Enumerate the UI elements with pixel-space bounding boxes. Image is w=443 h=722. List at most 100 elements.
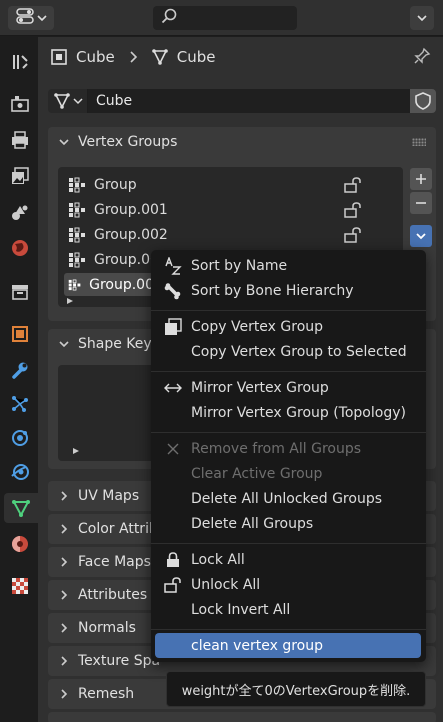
color-attributes-header: Color Attribu <box>48 514 167 544</box>
menu-item-unlock-all[interactable]: Unlock All <box>151 572 426 597</box>
tab-tool[interactable] <box>5 47 35 77</box>
list-item-active[interactable]: Group.00 <box>64 273 154 296</box>
expand-triangle-icon[interactable] <box>72 447 80 455</box>
plus-icon <box>416 174 426 184</box>
remove-vertex-group-button[interactable] <box>410 192 432 214</box>
list-item[interactable]: Group <box>64 173 382 196</box>
mesh-data-icon <box>53 93 70 109</box>
mesh-browse-button[interactable] <box>48 89 88 113</box>
menu-item-clear-active-group: Clear Active Group <box>191 465 323 482</box>
unlock-icon[interactable] <box>344 226 362 243</box>
menu-item-lock-invert-all[interactable]: Lock Invert All <box>151 597 426 622</box>
printer-icon <box>12 131 28 149</box>
shield-icon <box>415 92 431 110</box>
collection-box-icon <box>12 285 28 300</box>
shape-keys-title: Shape Keys <box>78 336 159 352</box>
menu-item-lock-all[interactable]: Lock All <box>151 547 426 572</box>
tab-material[interactable] <box>5 529 35 559</box>
fake-user-button[interactable] <box>410 89 436 113</box>
drag-grip-icon[interactable] <box>412 138 426 146</box>
vertex-group-icon <box>69 227 85 242</box>
section-title: Remesh <box>78 686 135 702</box>
vertex-group-icon <box>69 202 85 217</box>
face-maps-header: Face Maps <box>48 547 151 577</box>
list-item[interactable]: Group.001 <box>64 198 382 221</box>
chevron-right-icon <box>61 656 68 666</box>
chevron-right-icon <box>61 491 68 501</box>
chevron-right-icon <box>61 623 68 633</box>
tab-world[interactable] <box>5 233 35 263</box>
attributes-header: Attributes <box>48 580 147 610</box>
vertex-group-icon <box>69 252 85 267</box>
menu-item-mirror-vertex-group[interactable]: Mirror Vertex Group <box>151 375 426 400</box>
options-dropdown[interactable] <box>410 6 434 30</box>
search-input[interactable] <box>153 6 297 30</box>
remesh-header: Remesh <box>48 679 134 709</box>
datablock-name-field[interactable]: Cube <box>88 89 410 113</box>
menu-item-clean-vertex-group[interactable]: clean vertex group <box>155 633 421 658</box>
menu-item-copy-vertex-group[interactable]: Copy Vertex Group <box>151 314 426 339</box>
expand-triangle-icon[interactable] <box>66 297 74 305</box>
x-icon <box>163 439 183 459</box>
menu-item-copy-to-selected[interactable]: Copy Vertex Group to Selected <box>151 339 426 364</box>
vertex-group-specials-button[interactable] <box>410 225 432 247</box>
unlock-icon <box>163 575 183 595</box>
next-panel[interactable] <box>48 712 436 722</box>
tab-constraints[interactable] <box>5 457 35 487</box>
tab-output[interactable] <box>5 125 35 155</box>
vertex-group-icon <box>69 177 85 192</box>
chevron-down-icon <box>417 10 427 26</box>
editor-type-button[interactable] <box>8 6 54 30</box>
tab-scene[interactable] <box>5 197 35 227</box>
chevron-down-icon <box>59 139 69 146</box>
mesh-data-icon <box>151 49 168 65</box>
breadcrumb-mesh[interactable]: Cube <box>177 48 216 66</box>
mesh-data-icon <box>12 500 30 518</box>
chevron-right-icon <box>61 689 68 699</box>
chevron-down-icon <box>72 98 83 105</box>
tab-texture[interactable] <box>5 571 35 601</box>
material-icon <box>12 536 28 552</box>
vertex-group-icon <box>68 279 81 290</box>
menu-item-sort-by-bone[interactable]: Sort by Bone Hierarchy <box>151 278 426 303</box>
vertex-groups-header[interactable]: Vertex Groups <box>48 127 177 157</box>
tab-collection[interactable] <box>5 277 35 307</box>
unlock-icon[interactable] <box>344 201 362 218</box>
shape-keys-header[interactable]: Shape Keys <box>48 329 159 359</box>
menu-item-delete-unlocked[interactable]: Delete All Unlocked Groups <box>151 486 426 511</box>
tab-object-data[interactable] <box>4 493 38 523</box>
section-title: UV Maps <box>78 488 140 504</box>
bone-icon <box>163 281 183 301</box>
checker-texture-icon <box>12 578 28 594</box>
mesh-datablock-selector: Cube <box>48 89 436 113</box>
tab-view-layer[interactable] <box>5 161 35 191</box>
physics-icon <box>12 430 28 446</box>
pin-button[interactable] <box>413 47 431 69</box>
object-icon <box>12 326 28 342</box>
tab-particles[interactable] <box>5 389 35 419</box>
menu-item-mirror-topology[interactable]: Mirror Vertex Group (Topology) <box>151 400 426 425</box>
tab-object[interactable] <box>5 319 35 349</box>
menu-item-sort-by-name[interactable]: Sort by Name <box>151 253 426 278</box>
tab-modifiers[interactable] <box>5 355 35 385</box>
chevron-right-icon <box>61 590 68 600</box>
list-item[interactable]: Group.002 <box>64 223 382 246</box>
vertex-group-name: Group.00 <box>94 251 159 268</box>
breadcrumb-object[interactable]: Cube <box>76 48 115 66</box>
unlock-icon[interactable] <box>344 176 362 193</box>
section-title: Normals <box>78 620 136 636</box>
menu-separator <box>151 543 426 544</box>
tab-render[interactable] <box>5 89 35 119</box>
tab-physics[interactable] <box>5 423 35 453</box>
menu-item-remove-from-all: Remove from All Groups <box>151 436 426 461</box>
header-bar <box>0 0 443 36</box>
vertex-group-name: Group.00 <box>89 276 154 293</box>
tooltip: weightが全て0のVertexGroupを削除. <box>166 671 426 707</box>
menu-item-delete-all[interactable]: Delete All Groups <box>151 511 426 536</box>
mirror-icon <box>163 378 183 398</box>
particles-icon <box>12 396 28 412</box>
add-vertex-group-button[interactable] <box>410 168 432 190</box>
render-icon <box>11 96 29 112</box>
image-stack-icon <box>12 167 29 184</box>
chevron-right-icon <box>130 51 137 63</box>
